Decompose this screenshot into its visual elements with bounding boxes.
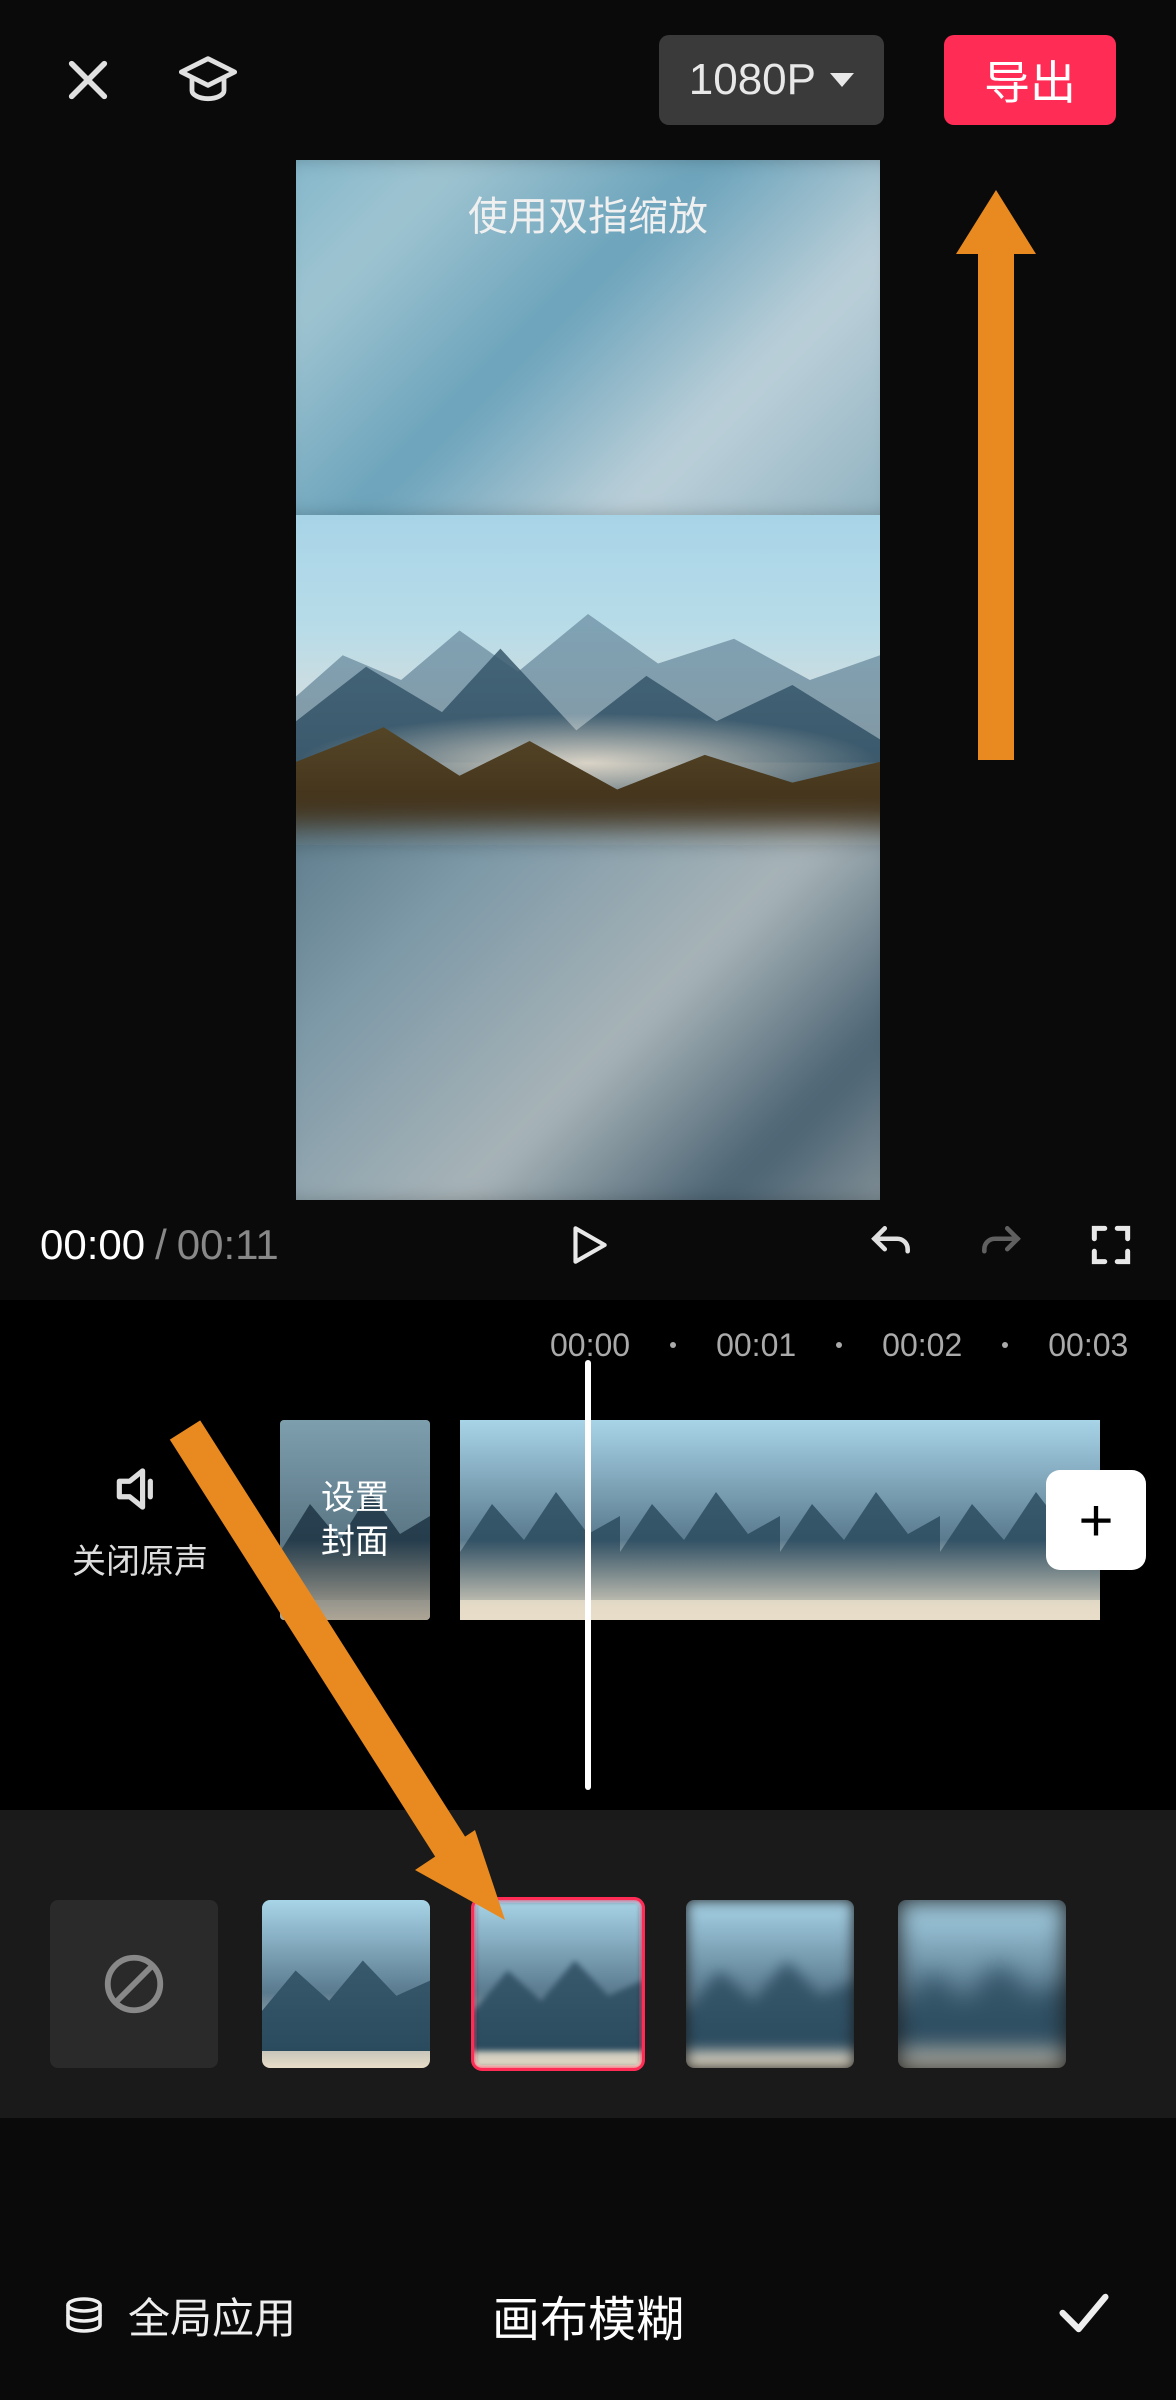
- panel-title: 画布模糊: [492, 2280, 684, 2350]
- export-label: 导出: [984, 47, 1076, 113]
- clip-frame[interactable]: [620, 1420, 780, 1620]
- playhead[interactable]: [585, 1360, 591, 1790]
- global-apply-label: 全局应用: [128, 2285, 296, 2346]
- fullscreen-icon[interactable]: [1086, 1220, 1136, 1270]
- blur-option-3[interactable]: [686, 1900, 854, 2068]
- graduation-cap-icon[interactable]: [176, 48, 240, 112]
- resolution-label: 1080P: [689, 55, 816, 105]
- undo-icon[interactable]: [866, 1220, 916, 1270]
- redo-icon[interactable]: [976, 1220, 1026, 1270]
- total-time: 00:11: [177, 1221, 279, 1269]
- canvas-blur-bottom: [296, 827, 880, 1200]
- pinch-hint: 使用双指缩放: [296, 184, 880, 242]
- clip-frame[interactable]: [460, 1420, 620, 1620]
- blur-panel: [0, 1810, 1176, 2118]
- add-clip-button[interactable]: +: [1046, 1470, 1146, 1570]
- close-icon[interactable]: [60, 52, 116, 108]
- header-bar: 1080P 导出: [0, 0, 1176, 160]
- clip-frame[interactable]: [780, 1420, 940, 1620]
- stack-icon: [60, 2291, 108, 2339]
- play-icon[interactable]: [563, 1220, 613, 1270]
- blur-option-1[interactable]: [262, 1900, 430, 2068]
- mute-audio-button[interactable]: 关闭原声: [0, 1458, 280, 1583]
- time-display: 00:00 / 00:11: [40, 1221, 279, 1269]
- blur-options: [50, 1900, 1126, 2068]
- preview-canvas[interactable]: 使用双指缩放: [296, 160, 880, 1200]
- blur-option-4[interactable]: [898, 1900, 1066, 2068]
- confirm-button[interactable]: [1052, 2281, 1116, 2350]
- clip-track[interactable]: +: [460, 1420, 1176, 1620]
- resolution-button[interactable]: 1080P: [659, 35, 884, 125]
- canvas-video-frame: [296, 515, 880, 845]
- global-apply-button[interactable]: 全局应用: [60, 2285, 296, 2346]
- set-cover-button[interactable]: 设置 封面: [280, 1420, 430, 1620]
- cover-label: 设置 封面: [280, 1420, 430, 1620]
- check-icon: [1052, 2281, 1116, 2345]
- export-button[interactable]: 导出: [944, 35, 1116, 125]
- preview-area: 使用双指缩放: [0, 160, 1176, 1200]
- no-symbol-icon: [99, 1949, 169, 2019]
- blur-option-none[interactable]: [50, 1900, 218, 2068]
- footer-bar: 全局应用 画布模糊: [0, 2230, 1176, 2400]
- timeline[interactable]: 00:00 00:01 00:02 00:03 关闭原声 设置 封面 +: [0, 1300, 1176, 1810]
- current-time: 00:00: [40, 1221, 145, 1269]
- plus-icon: +: [1078, 1486, 1113, 1555]
- chevron-down-icon: [830, 73, 854, 87]
- speaker-icon: [109, 1458, 171, 1520]
- playback-controls: 00:00 / 00:11: [0, 1200, 1176, 1300]
- mute-label: 关闭原声: [72, 1534, 208, 1583]
- blur-option-2[interactable]: [474, 1900, 642, 2068]
